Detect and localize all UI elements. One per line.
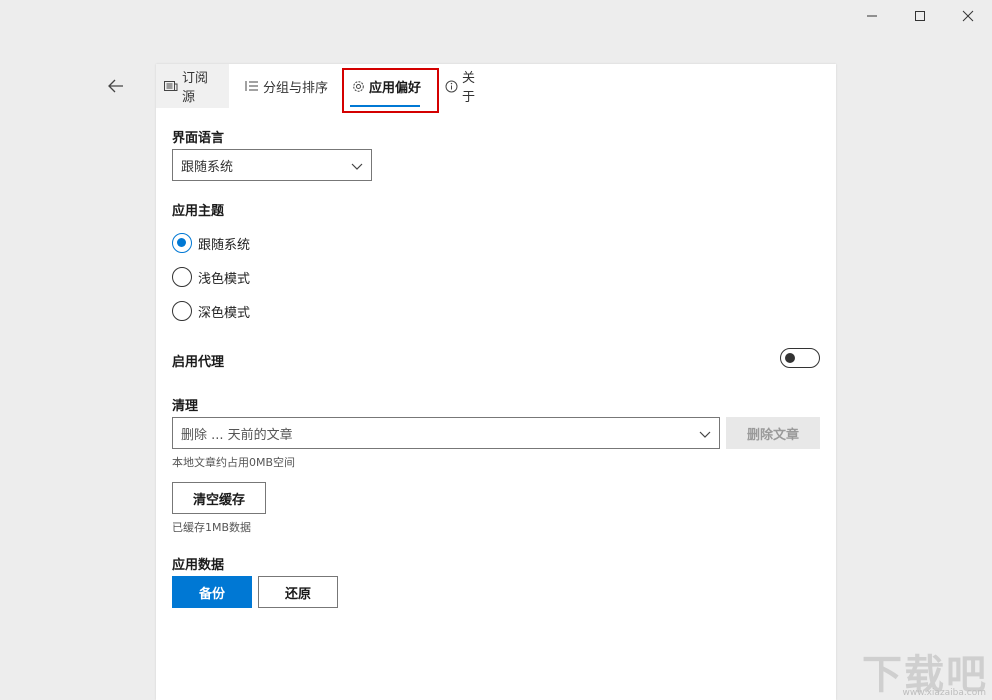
list-icon: [245, 80, 259, 92]
window-controls: [848, 0, 992, 32]
app-data-label: 应用数据: [172, 558, 225, 573]
radio-label: 跟随系统: [198, 237, 251, 253]
cleanup-select-value: 删除 ... 天前的文章: [181, 427, 293, 443]
storage-hint: 本地文章约占用0MB空间: [172, 456, 296, 469]
cache-hint: 已缓存1MB数据: [172, 521, 252, 534]
radio-button[interactable]: [172, 267, 192, 287]
chevron-down-icon: [699, 428, 711, 443]
maximize-button[interactable]: [896, 0, 944, 32]
tab-about[interactable]: 关于: [437, 64, 497, 108]
cleanup-label: 清理: [172, 399, 199, 414]
backup-button[interactable]: 备份: [172, 576, 252, 608]
back-button[interactable]: [104, 74, 128, 98]
theme-option-light[interactable]: 浅色模式: [172, 267, 250, 287]
news-feed-icon: [164, 80, 178, 92]
clear-cache-button[interactable]: 清空缓存: [172, 482, 266, 514]
proxy-label: 启用代理: [172, 355, 225, 370]
close-icon: [962, 10, 974, 22]
info-icon: [445, 80, 458, 93]
close-button[interactable]: [944, 0, 992, 32]
tab-label: 分组与排序: [263, 80, 329, 96]
tab-sources[interactable]: 订阅源: [156, 64, 229, 108]
minimize-icon: [867, 15, 877, 17]
theme-option-dark[interactable]: 深色模式: [172, 301, 250, 321]
tab-grouping[interactable]: 分组与排序: [229, 64, 342, 108]
delete-articles-button[interactable]: 删除文章: [726, 417, 820, 449]
radio-label: 深色模式: [198, 305, 251, 321]
tab-label: 关于: [462, 71, 476, 105]
theme-option-system[interactable]: 跟随系统: [172, 233, 250, 253]
arrow-left-icon: [108, 79, 123, 93]
highlight-box: [342, 68, 439, 113]
radio-button[interactable]: [172, 301, 192, 321]
settings-panel: 订阅源 分组与排序 应用偏好 关于 界面语言 跟随系统 应用主题 跟随系统 浅色…: [156, 64, 836, 700]
toggle-knob: [785, 353, 795, 363]
proxy-toggle[interactable]: [780, 348, 820, 368]
radio-label: 浅色模式: [198, 271, 251, 287]
watermark-url: www.xiazaiba.com: [902, 688, 986, 698]
language-select-value: 跟随系统: [181, 159, 234, 175]
radio-button[interactable]: [172, 233, 192, 253]
tab-label: 订阅源: [182, 71, 209, 105]
minimize-button[interactable]: [848, 0, 896, 32]
cleanup-select[interactable]: 删除 ... 天前的文章: [172, 417, 720, 449]
language-label: 界面语言: [172, 131, 225, 146]
watermark-logo: 下载吧 www.xiazaiba.com: [852, 642, 988, 698]
settings-tabs: 订阅源 分组与排序 应用偏好 关于: [156, 64, 497, 108]
theme-label: 应用主题: [172, 204, 225, 219]
language-select[interactable]: 跟随系统: [172, 149, 372, 181]
maximize-icon: [915, 11, 925, 21]
chevron-down-icon: [351, 160, 363, 175]
restore-button[interactable]: 还原: [258, 576, 338, 608]
